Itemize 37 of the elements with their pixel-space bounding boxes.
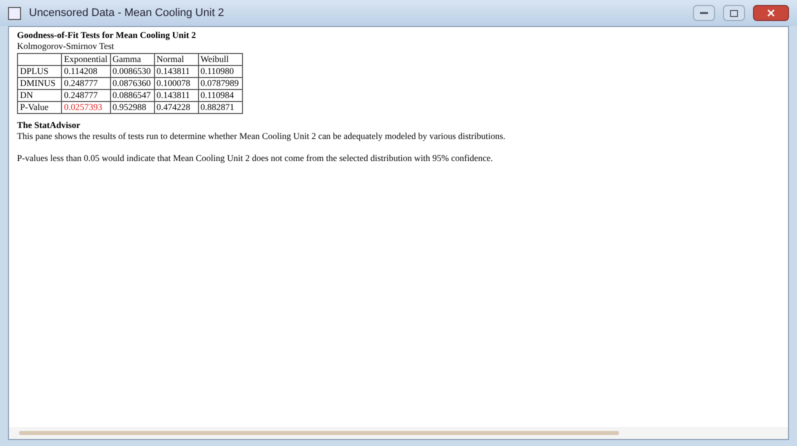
- table-cell: 0.952988: [110, 102, 154, 114]
- advisor-paragraph: This pane shows the results of tests run to determine whether Mean Cooling Unit 2 can be adequately modeled by various distributions.: [17, 131, 506, 142]
- advisor-title: The StatAdvisor: [17, 120, 82, 131]
- report-heading: Goodness-of-Fit Tests for Mean Cooling Unit 2: [17, 30, 197, 41]
- row-header: DN: [18, 90, 62, 102]
- row-header: P-Value: [18, 102, 62, 114]
- table-cell: 0.0886547: [110, 90, 154, 102]
- row-header: DMINUS: [18, 78, 62, 90]
- table-cell: 0.143811: [154, 66, 198, 78]
- table-cell: 0.882871: [198, 102, 242, 114]
- report-subheading: Kolmogorov-Smirnov Test: [17, 41, 115, 52]
- table-cell: 0.0876360: [110, 78, 154, 90]
- table-cell: 0.110980: [198, 66, 242, 78]
- table-cell: 0.0086530: [110, 66, 154, 78]
- table-cell: 0.114208: [62, 66, 110, 78]
- row-header: DPLUS: [18, 66, 62, 78]
- column-header: Normal: [154, 54, 198, 66]
- column-header: Weibull: [198, 54, 242, 66]
- advisor-paragraph: P-values less than 0.05 would indicate that Mean Cooling Unit 2 does not come from the selected distribution with 95% confidence.: [17, 153, 494, 164]
- minimize-button[interactable]: [693, 5, 715, 21]
- table-cell: 0.100078: [154, 78, 198, 90]
- table-cell: 0.248777: [62, 78, 110, 90]
- window-title: Uncensored Data - Mean Cooling Unit 2: [29, 6, 224, 21]
- table-cell: 0.143811: [154, 90, 198, 102]
- horizontal-scrollbar[interactable]: [9, 427, 788, 439]
- table-cell: 0.0787989: [198, 78, 242, 90]
- scrollbar-thumb[interactable]: [19, 431, 619, 435]
- table-cell: 0.248777: [62, 90, 110, 102]
- app-icon: [8, 6, 21, 20]
- close-icon: [767, 9, 775, 17]
- column-header: Gamma: [110, 54, 154, 66]
- maximize-button[interactable]: [723, 5, 745, 21]
- table-cell: 0.110984: [198, 90, 242, 102]
- table-cell: 0.474228: [154, 102, 198, 114]
- close-button[interactable]: [753, 5, 789, 21]
- column-header: Exponential: [62, 54, 110, 66]
- table-cell: 0.0257393: [62, 102, 110, 114]
